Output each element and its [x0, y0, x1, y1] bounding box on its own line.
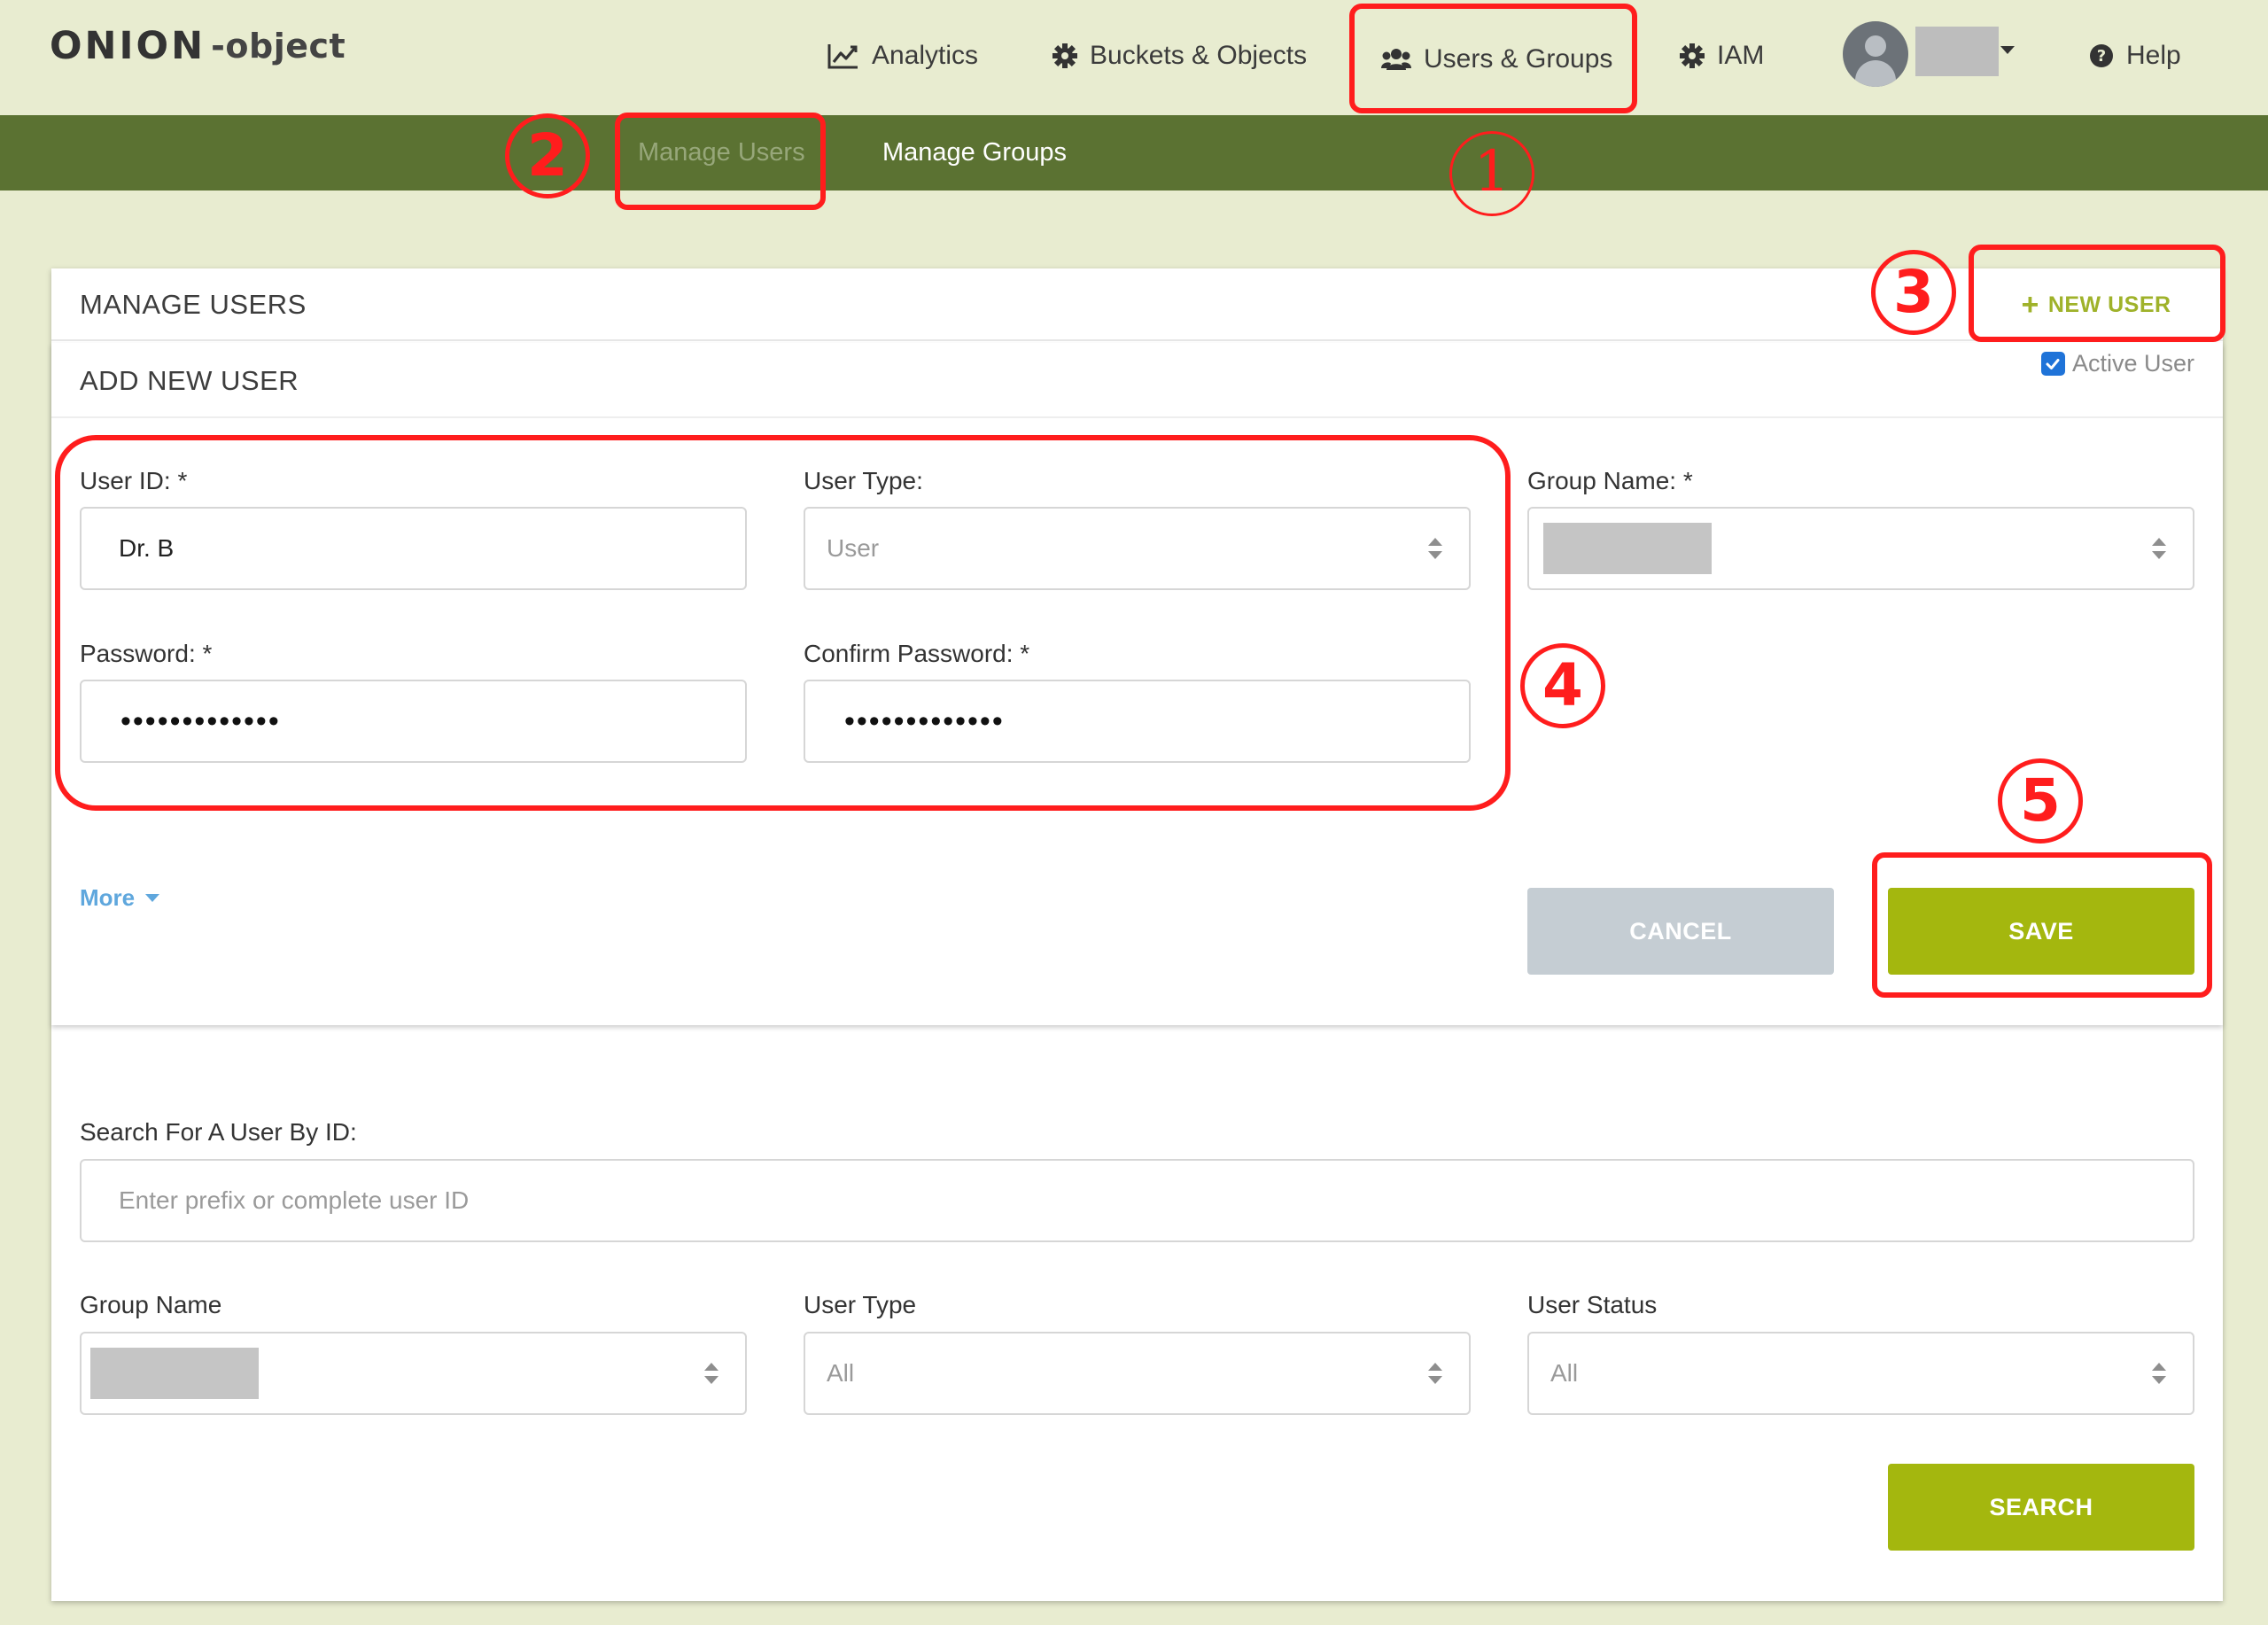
user-id-input[interactable]: Dr. B: [80, 507, 747, 590]
more-options-toggle[interactable]: More: [80, 884, 160, 912]
filter-user-status-select[interactable]: All: [1527, 1332, 2194, 1415]
redacted-group-filter: [90, 1348, 259, 1399]
search-user-label: Search For A User By ID:: [80, 1118, 357, 1146]
redacted-username[interactable]: [1915, 27, 1999, 76]
filter-group-name-label: Group Name: [80, 1291, 222, 1318]
group-name-select[interactable]: [1527, 507, 2194, 590]
sub-navigation: Manage Users Manage Groups: [0, 115, 2268, 190]
manage-users-header: MANAGE USERS + NEW USER: [51, 268, 2223, 341]
avatar-head: [1865, 35, 1886, 57]
plus-icon: +: [2021, 288, 2039, 322]
new-user-button[interactable]: + NEW USER: [1985, 268, 2207, 341]
nav-help[interactable]: ? Help: [2089, 0, 2181, 111]
add-new-user-title: ADD NEW USER: [80, 365, 299, 396]
svg-text:?: ?: [2097, 47, 2106, 66]
filter-group-name-select[interactable]: [80, 1332, 747, 1415]
subnav-manage-users[interactable]: Manage Users: [638, 115, 805, 190]
search-button[interactable]: SEARCH: [1888, 1464, 2194, 1551]
filter-user-type-label: User Type: [804, 1291, 917, 1318]
gear-icon: [1680, 43, 1705, 68]
users-icon: [1381, 47, 1411, 72]
filter-user-status-value: All: [1550, 1359, 1579, 1387]
password-label: Password: *: [80, 640, 213, 667]
save-button[interactable]: SAVE: [1888, 888, 2194, 975]
active-user-checkbox[interactable]: [2040, 352, 2065, 376]
nav-buckets-objects[interactable]: Buckets & Objects: [1052, 0, 1307, 111]
filter-user-type-value: All: [827, 1359, 855, 1387]
select-arrows-icon: [2152, 1363, 2166, 1384]
add-new-user-panel: ADD NEW USER Active User User ID: * Dr. …: [51, 343, 2223, 1025]
confirm-password-input[interactable]: •••••••••••••: [804, 680, 1471, 763]
nav-analytics-label: Analytics: [872, 40, 979, 70]
nav-buckets-label: Buckets & Objects: [1090, 40, 1308, 70]
user-id-label: User ID: *: [80, 467, 188, 494]
user-type-select[interactable]: User: [804, 507, 1471, 590]
select-arrows-icon: [2152, 538, 2166, 559]
select-arrows-icon: [1428, 538, 1442, 559]
confirm-password-label: Confirm Password: *: [804, 640, 1030, 667]
user-id-value: Dr. B: [119, 534, 175, 562]
nav-analytics[interactable]: Analytics: [827, 0, 978, 111]
nav-iam-label: IAM: [1717, 40, 1765, 70]
top-header: ONION -object Analytics Buckets & Object…: [0, 0, 2268, 115]
password-input[interactable]: •••••••••••••: [80, 680, 747, 763]
nav-iam[interactable]: IAM: [1680, 0, 1764, 111]
select-arrows-icon: [704, 1363, 718, 1384]
new-user-label: NEW USER: [2047, 292, 2171, 317]
filter-user-type-select[interactable]: All: [804, 1332, 1471, 1415]
manage-users-card: MANAGE USERS + NEW USER ADD NEW USER Act…: [51, 268, 2223, 1601]
password-value: •••••••••••••: [120, 704, 281, 738]
logo-mark: ONION: [50, 24, 206, 68]
cancel-button[interactable]: CANCEL: [1527, 888, 1834, 975]
confirm-password-value: •••••••••••••: [844, 704, 1005, 738]
nav-users-groups[interactable]: Users & Groups: [1381, 4, 1612, 114]
onion-object-logo[interactable]: ONION -object: [50, 19, 346, 73]
avatar-body: [1855, 60, 1896, 87]
user-type-value: User: [827, 534, 880, 562]
more-label: More: [80, 884, 136, 911]
search-user-input[interactable]: Enter prefix or complete user ID: [80, 1159, 2194, 1242]
redacted-group-name: [1543, 523, 1712, 574]
search-user-placeholder: Enter prefix or complete user ID: [119, 1186, 470, 1214]
user-avatar[interactable]: [1843, 21, 1908, 87]
add-new-user-header: ADD NEW USER Active User: [51, 343, 2223, 418]
subnav-manage-groups[interactable]: Manage Groups: [882, 115, 1067, 190]
manage-users-title: MANAGE USERS: [80, 289, 307, 320]
nav-users-groups-label: Users & Groups: [1424, 43, 1613, 74]
nav-help-label: Help: [2126, 40, 2181, 70]
logo-suffix: -object: [211, 27, 346, 66]
question-circle-icon: ?: [2089, 43, 2114, 68]
line-chart-icon: [827, 43, 859, 69]
group-name-label: Group Name: *: [1527, 467, 1693, 494]
gear-icon: [1052, 43, 1077, 68]
active-user-toggle[interactable]: Active User: [2040, 350, 2194, 377]
select-arrows-icon: [1428, 1363, 1442, 1384]
active-user-label: Active User: [2071, 350, 2194, 377]
caret-down-icon[interactable]: [2000, 46, 2015, 54]
user-type-label: User Type:: [804, 467, 923, 494]
caret-down-icon: [145, 894, 160, 902]
filter-user-status-label: User Status: [1527, 1291, 1658, 1318]
